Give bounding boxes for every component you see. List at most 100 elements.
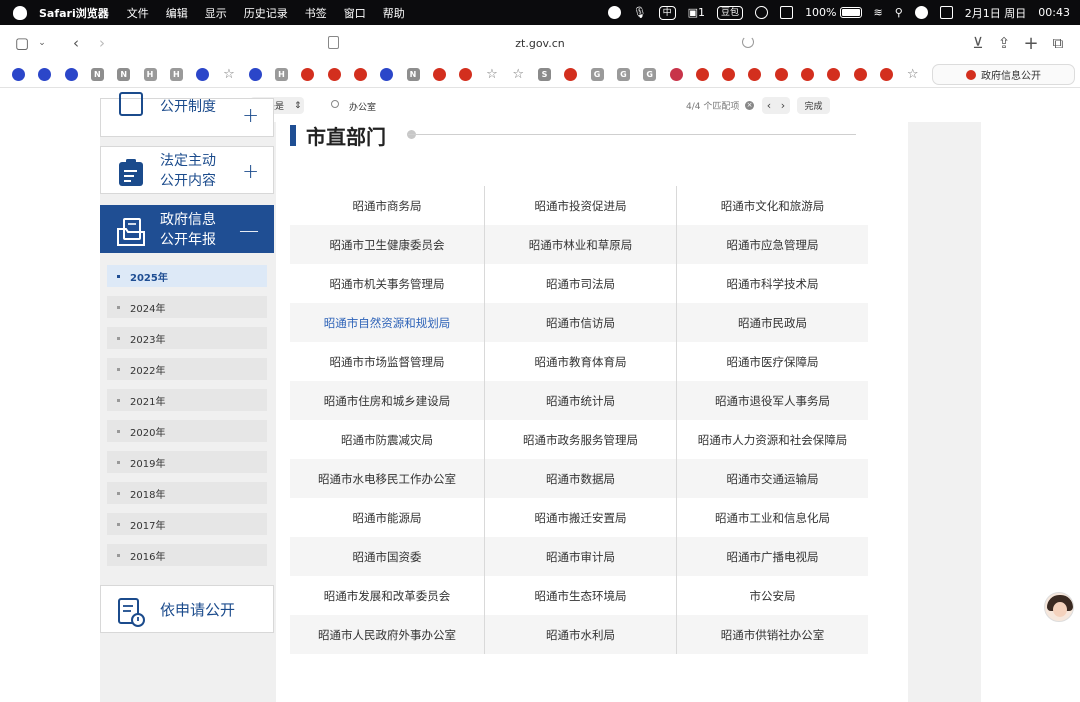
gov-icon[interactable] — [432, 68, 446, 81]
h-icon[interactable]: H — [275, 68, 288, 81]
gov-icon[interactable] — [353, 68, 367, 81]
paw-icon[interactable] — [248, 68, 262, 81]
download-icon[interactable]: ⊻ — [968, 33, 988, 53]
year-item-2021[interactable]: 2021年 — [107, 389, 267, 411]
gov-icon[interactable] — [301, 68, 315, 81]
h-icon[interactable]: H — [143, 68, 157, 81]
department-link[interactable]: 昭通市水电移民工作办公室 — [290, 459, 484, 498]
star-icon[interactable]: ☆ — [906, 67, 919, 82]
wechat-status[interactable]: ▣1 — [688, 6, 705, 19]
input-method-indicator[interactable]: 中 — [658, 5, 676, 20]
department-link[interactable]: 昭通市退役军人事务局 — [677, 381, 868, 420]
menu-file[interactable]: 文件 — [127, 5, 149, 21]
department-link[interactable]: 昭通市交通运输局 — [677, 459, 868, 498]
gov-icon[interactable] — [774, 68, 788, 81]
menu-app-name[interactable]: Safari浏览器 — [39, 5, 109, 21]
s-icon[interactable]: S — [538, 68, 551, 81]
sidebar-item-annual-report[interactable]: 政府信息 公开年报 — — [100, 205, 274, 253]
n-icon[interactable]: N — [117, 68, 131, 81]
gov-icon[interactable] — [801, 68, 814, 81]
year-item-2018[interactable]: 2018年 — [107, 482, 267, 504]
department-link[interactable]: 昭通市能源局 — [290, 498, 484, 537]
department-link[interactable]: 昭通市市场监督管理局 — [290, 342, 484, 381]
plus-icon[interactable]: + — [242, 103, 259, 127]
g-icon[interactable]: G — [590, 68, 604, 81]
department-link[interactable]: 昭通市林业和草原局 — [484, 225, 677, 264]
find-input[interactable] — [349, 98, 649, 114]
minus-icon[interactable]: — — [239, 218, 259, 242]
department-link[interactable]: 昭通市信访局 — [484, 303, 677, 342]
doubao-badge[interactable]: 豆包 — [717, 5, 744, 20]
department-link[interactable]: 昭通市政务服务管理局 — [484, 420, 677, 459]
department-link[interactable]: 昭通市工业和信息化局 — [677, 498, 868, 537]
menu-window[interactable]: 窗口 — [344, 5, 366, 21]
gov-icon[interactable] — [879, 68, 893, 81]
year-item-2017[interactable]: 2017年 — [107, 513, 267, 535]
department-link[interactable]: 昭通市国资委 — [290, 537, 484, 576]
department-link[interactable]: 昭通市供销社办公室 — [677, 615, 868, 654]
paw-icon[interactable] — [64, 68, 78, 81]
menu-view[interactable]: 显示 — [205, 5, 227, 21]
menu-time[interactable]: 00:43 — [1038, 6, 1070, 19]
sidebar-toggle-icon[interactable]: ▢ — [12, 33, 32, 53]
gov-icon[interactable] — [722, 68, 736, 81]
tab-gov-info[interactable]: 政府信息公开 — [932, 64, 1075, 85]
department-link[interactable]: 昭通市自然资源和规划局 — [290, 303, 484, 342]
year-item-2019[interactable]: 2019年 — [107, 451, 267, 473]
tab-overview-icon[interactable]: ⧉ — [1048, 33, 1068, 53]
gov-icon[interactable] — [827, 68, 841, 81]
department-link[interactable]: 昭通市数据局 — [484, 459, 677, 498]
department-link[interactable]: 昭通市统计局 — [484, 381, 677, 420]
g-icon[interactable]: G — [616, 68, 630, 81]
n-icon[interactable]: N — [406, 68, 420, 81]
department-link[interactable]: 昭通市司法局 — [484, 264, 677, 303]
clear-icon[interactable]: × — [745, 101, 754, 110]
gov-icon[interactable] — [695, 68, 709, 81]
star-icon[interactable]: ☆ — [512, 67, 525, 82]
record-icon[interactable] — [607, 6, 621, 19]
back-icon[interactable]: ‹ — [66, 33, 86, 53]
address-bar[interactable]: zt.gov.cn — [320, 30, 760, 56]
chevron-down-icon[interactable]: ⌄ — [32, 33, 52, 53]
wifi-icon[interactable]: ≋ — [874, 6, 883, 19]
find-done-button[interactable]: 完成 — [797, 97, 830, 114]
siri-icon[interactable] — [914, 6, 928, 19]
sidebar-item-apply-disclosure[interactable]: 依申请公开 — [100, 585, 274, 633]
department-link[interactable]: 昭通市机关事务管理局 — [290, 264, 484, 303]
assistant-avatar[interactable] — [1044, 592, 1074, 622]
year-item-2023[interactable]: 2023年 — [107, 327, 267, 349]
paw-icon[interactable] — [38, 68, 52, 81]
find-next-icon[interactable]: › — [781, 99, 785, 112]
reload-icon[interactable] — [742, 36, 754, 48]
play-icon[interactable] — [755, 6, 769, 19]
department-link[interactable]: 昭通市文化和旅游局 — [677, 186, 868, 225]
department-link[interactable]: 昭通市发展和改革委员会 — [290, 576, 484, 615]
gov-icon[interactable] — [327, 68, 341, 81]
g-icon[interactable]: G — [643, 68, 657, 81]
ball-icon[interactable] — [669, 68, 683, 81]
n-icon[interactable]: N — [90, 68, 104, 81]
gov-icon[interactable] — [459, 68, 473, 81]
gov-icon[interactable] — [853, 68, 867, 81]
department-link[interactable]: 昭通市水利局 — [484, 615, 677, 654]
department-link[interactable]: 昭通市医疗保障局 — [677, 342, 868, 381]
department-link[interactable]: 昭通市教育体育局 — [484, 342, 677, 381]
department-link[interactable]: 昭通市人力资源和社会保障局 — [677, 420, 868, 459]
star-icon[interactable]: ☆ — [222, 67, 235, 82]
department-link[interactable]: 昭通市审计局 — [484, 537, 677, 576]
spotlight-icon[interactable]: ⚲ — [895, 6, 903, 19]
year-item-2020[interactable]: 2020年 — [107, 420, 267, 442]
sidebar-item-mandatory-disclosure[interactable]: 法定主动 公开内容 + — [100, 146, 274, 194]
department-link[interactable]: 昭通市投资促进局 — [484, 186, 677, 225]
menu-bookmarks[interactable]: 书签 — [305, 5, 327, 21]
year-item-2016[interactable]: 2016年 — [107, 544, 267, 566]
paw-icon[interactable] — [12, 68, 25, 81]
menu-help[interactable]: 帮助 — [383, 5, 405, 21]
year-item-2025[interactable]: 2025年 — [107, 265, 267, 287]
department-link[interactable]: 市公安局 — [677, 576, 868, 615]
menu-edit[interactable]: 编辑 — [166, 5, 188, 21]
department-link[interactable]: 昭通市广播电视局 — [677, 537, 868, 576]
department-link[interactable]: 昭通市商务局 — [290, 186, 484, 225]
paw-icon[interactable] — [196, 68, 210, 81]
department-link[interactable]: 昭通市人民政府外事办公室 — [290, 615, 484, 654]
